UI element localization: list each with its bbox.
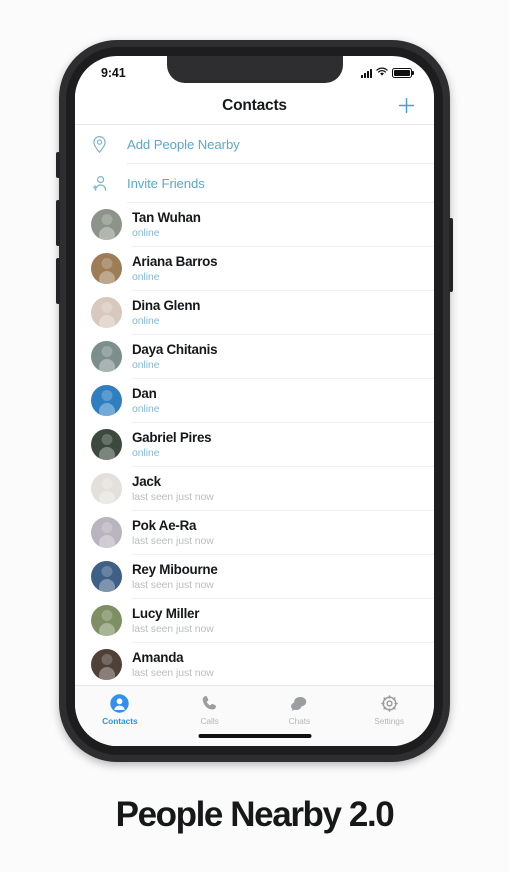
contact-row[interactable]: Dan online: [75, 379, 434, 422]
contact-row[interactable]: Tan Wuhan online: [75, 203, 434, 246]
avatar: [91, 385, 122, 416]
contact-name: Amanda: [132, 649, 184, 665]
avatar: [91, 429, 122, 460]
add-contact-button[interactable]: [394, 94, 418, 118]
contact-name: Tan Wuhan: [132, 209, 201, 225]
tab-contacts[interactable]: Contacts: [75, 693, 165, 726]
page-title: Contacts: [222, 96, 287, 114]
avatar: [91, 605, 122, 636]
phone-icon: [200, 693, 219, 713]
signal-bars-icon: [361, 68, 372, 78]
contact-name: Lucy Miller: [132, 605, 200, 621]
display-notch: [166, 56, 343, 83]
contact-text: Dan online: [132, 386, 434, 416]
contact-row[interactable]: Dina Glenn online: [75, 291, 434, 334]
phone-mockup: 9:41 Contacts Add People Nearby Invite F…: [56, 40, 453, 762]
contact-status: last seen just now: [132, 535, 214, 547]
plus-icon: [398, 97, 414, 114]
contact-row[interactable]: Amanda last seen just now: [75, 643, 434, 686]
contact-status: online: [132, 447, 160, 459]
avatar: [91, 473, 122, 504]
contact-status: online: [132, 315, 160, 327]
tab-label: Contacts: [102, 716, 138, 726]
gear-icon: [380, 693, 399, 713]
contact-row[interactable]: Daya Chitanis online: [75, 335, 434, 378]
contact-status: last seen just now: [132, 623, 214, 635]
contact-status: last seen just now: [132, 667, 214, 679]
contact-row[interactable]: Ariana Barros online: [75, 247, 434, 290]
silent-switch-button[interactable]: [56, 152, 60, 178]
contact-text: Ariana Barros online: [132, 254, 434, 284]
caption-text: People Nearby 2.0: [115, 795, 395, 834]
action-add-people-nearby[interactable]: Add People Nearby: [75, 125, 434, 163]
tab-label: Settings: [374, 716, 405, 726]
tab-bar: Contacts Calls Chats Settings: [75, 685, 434, 746]
avatar: [91, 517, 122, 548]
tab-label: Calls: [200, 716, 219, 726]
contact-name: Pok Ae-Ra: [132, 517, 197, 533]
contact-text: Amanda last seen just now: [132, 650, 434, 680]
contact-status: online: [132, 271, 160, 283]
tab-label: Chats: [288, 716, 311, 726]
avatar: [91, 341, 122, 372]
contact-text: Lucy Miller last seen just now: [132, 606, 434, 636]
contact-row[interactable]: Pok Ae-Ra last seen just now: [75, 511, 434, 554]
tab-settings[interactable]: Settings: [344, 693, 434, 726]
action-list: Add People Nearby Invite Friends: [75, 125, 434, 203]
contact-text: Pok Ae-Ra last seen just now: [132, 518, 434, 548]
contact-text: Dina Glenn online: [132, 298, 434, 328]
contact-row[interactable]: Gabriel Pires online: [75, 423, 434, 466]
person-filled-icon: [110, 693, 130, 713]
avatar: [91, 649, 122, 680]
tab-calls[interactable]: Calls: [165, 693, 255, 726]
tab-chats[interactable]: Chats: [255, 693, 345, 726]
contact-text: Daya Chitanis online: [132, 342, 434, 372]
person-add-icon: [91, 174, 121, 193]
map-pin-icon: [91, 135, 121, 154]
contact-list: Tan Wuhan online Ariana Barros online Dina G…: [75, 203, 434, 686]
contact-name: Jack: [132, 473, 161, 489]
contact-status: last seen just now: [132, 579, 214, 591]
avatar: [91, 297, 122, 328]
contact-row[interactable]: Jack last seen just now: [75, 467, 434, 510]
contact-row[interactable]: Lucy Miller last seen just now: [75, 599, 434, 642]
battery-full-icon: [392, 68, 412, 78]
status-icons: [361, 61, 412, 82]
contact-name: Daya Chitanis: [132, 341, 218, 357]
action-label: Add People Nearby: [127, 136, 240, 152]
contact-text: Tan Wuhan online: [132, 210, 434, 240]
contact-name: Gabriel Pires: [132, 429, 212, 445]
contact-name: Dina Glenn: [132, 297, 201, 313]
contact-status: last seen just now: [132, 491, 214, 503]
action-label: Invite Friends: [127, 175, 205, 191]
contact-status: online: [132, 227, 160, 239]
phone-screen: 9:41 Contacts Add People Nearby Invite F…: [75, 56, 434, 746]
contact-name: Dan: [132, 385, 157, 401]
nav-header: Contacts: [75, 87, 434, 125]
wifi-icon: [376, 64, 388, 82]
home-indicator[interactable]: [198, 734, 311, 738]
contact-status: online: [132, 359, 160, 371]
action-invite-friends[interactable]: Invite Friends: [75, 164, 434, 202]
contact-status: online: [132, 403, 160, 415]
volume-down-button[interactable]: [56, 258, 60, 304]
screenshot-canvas: 9:41 Contacts Add People Nearby Invite F…: [0, 0, 509, 872]
contact-text: Gabriel Pires online: [132, 430, 434, 460]
power-button[interactable]: [449, 218, 453, 292]
volume-up-button[interactable]: [56, 200, 60, 246]
avatar: [91, 253, 122, 284]
contact-text: Jack last seen just now: [132, 474, 434, 504]
contact-row[interactable]: Rey Mibourne last seen just now: [75, 555, 434, 598]
contact-text: Rey Mibourne last seen just now: [132, 562, 434, 592]
avatar: [91, 561, 122, 592]
contact-name: Ariana Barros: [132, 253, 218, 269]
status-time: 9:41: [101, 66, 126, 80]
chat-bubbles-icon: [289, 693, 309, 713]
contact-name: Rey Mibourne: [132, 561, 218, 577]
avatar: [91, 209, 122, 240]
